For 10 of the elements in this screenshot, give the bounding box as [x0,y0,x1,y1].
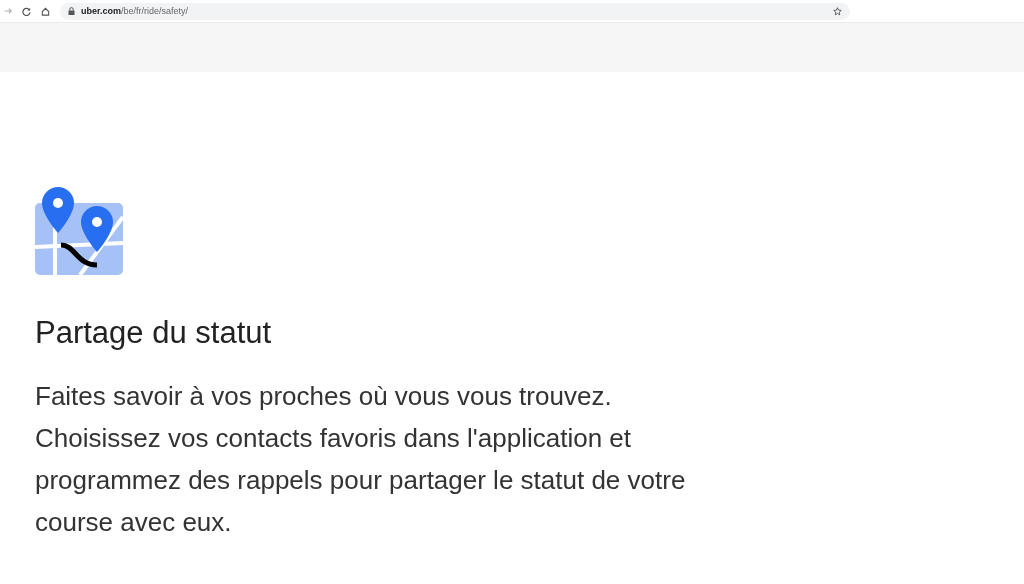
lock-icon [68,7,75,15]
feature-title: Partage du statut [35,314,273,352]
star-icon[interactable] [833,6,842,16]
map-pins-icon [35,187,123,277]
url-host: uber.com [81,5,121,16]
reload-icon[interactable] [22,6,31,16]
feature-description: Faites savoir à vos proches où vous vous trouvez. Choisissez vos contacts favoris dans l'application et programmez des rappels pour partager le statut de votre course avec eux. [35,380,687,539]
address-bar[interactable]: uber.com/be/fr/ride/safety/ [60,2,850,20]
home-icon[interactable] [41,6,50,16]
url-path: /be/fr/ride/safety/ [121,5,189,16]
